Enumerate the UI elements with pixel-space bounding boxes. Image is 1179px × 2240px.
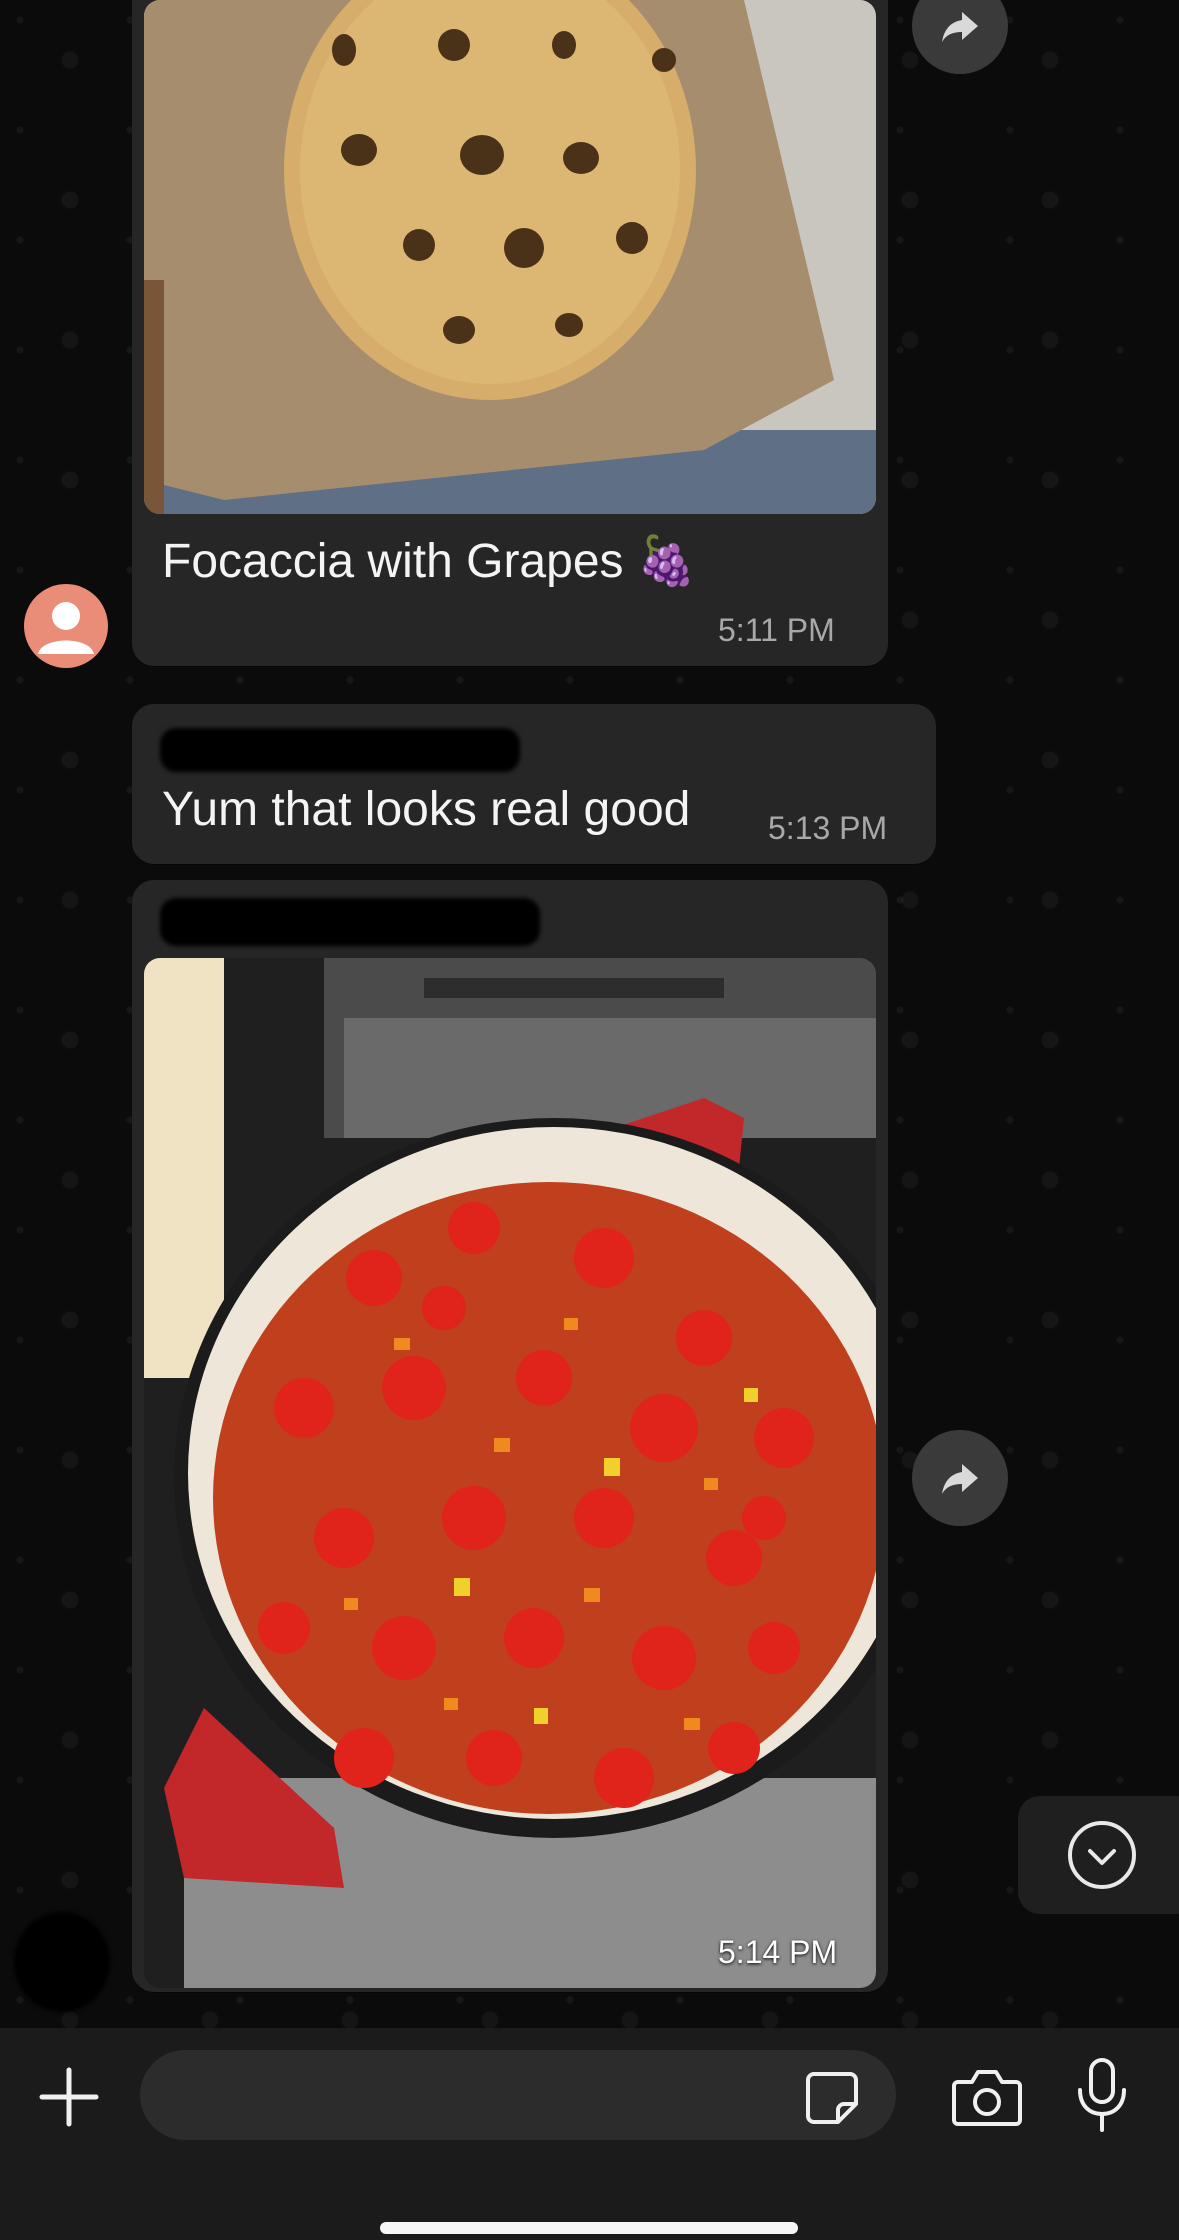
message-input[interactable] <box>140 2050 896 2140</box>
focaccia-photo[interactable] <box>144 0 876 514</box>
message-caption: Focaccia with Grapes 🍇 <box>162 532 697 589</box>
message-text: Yum that looks real good <box>162 783 691 836</box>
chevron-down-icon <box>1068 1821 1136 1889</box>
person-icon <box>38 602 94 654</box>
home-indicator[interactable] <box>380 2222 798 2234</box>
forward-arrow-icon <box>942 1464 978 1494</box>
camera-button[interactable] <box>950 2064 1024 2130</box>
tomato-pan-photo[interactable] <box>144 958 876 1988</box>
sticker-button[interactable] <box>802 2068 862 2128</box>
sticker-icon <box>806 2072 858 2124</box>
camera-icon <box>952 2070 1022 2126</box>
avatar[interactable] <box>24 584 108 668</box>
caption-text: Focaccia with Grapes <box>162 535 624 588</box>
forward-arrow-icon <box>942 12 978 42</box>
message-timestamp: 5:11 PM <box>718 612 835 648</box>
redacted-avatar <box>14 1912 110 2012</box>
attach-button[interactable] <box>36 2064 102 2130</box>
grapes-emoji: 🍇 <box>636 535 697 588</box>
plus-icon <box>39 2067 99 2127</box>
microphone-button[interactable] <box>1072 2056 1132 2136</box>
redacted-sender-name <box>160 728 520 772</box>
message-timestamp: 5:14 PM <box>718 1934 838 1970</box>
redacted-sender-name <box>160 898 540 946</box>
microphone-icon <box>1078 2058 1126 2132</box>
message-timestamp: 5:13 PM <box>768 810 888 846</box>
scroll-to-bottom-button[interactable] <box>1018 1796 1179 1914</box>
forward-button[interactable] <box>912 1430 1008 1526</box>
